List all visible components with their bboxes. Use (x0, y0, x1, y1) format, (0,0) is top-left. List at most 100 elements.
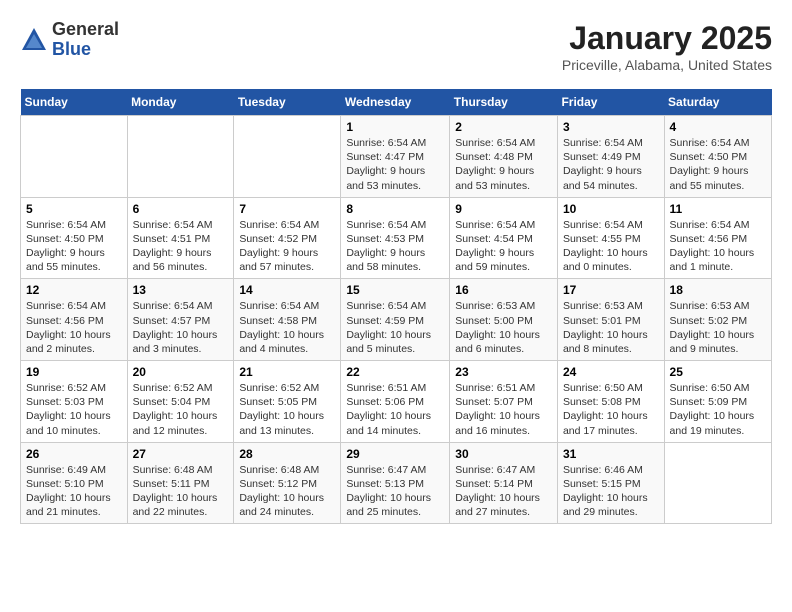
day-info: Sunrise: 6:51 AM Sunset: 5:06 PM Dayligh… (346, 381, 444, 438)
day-number: 30 (455, 447, 552, 461)
day-number: 11 (670, 202, 766, 216)
day-number: 18 (670, 283, 766, 297)
day-number: 6 (133, 202, 229, 216)
day-number: 4 (670, 120, 766, 134)
day-number: 26 (26, 447, 122, 461)
header-cell-wednesday: Wednesday (341, 89, 450, 116)
day-number: 17 (563, 283, 659, 297)
day-info: Sunrise: 6:47 AM Sunset: 5:14 PM Dayligh… (455, 463, 552, 520)
calendar-subtitle: Priceville, Alabama, United States (562, 57, 772, 73)
calendar-cell: 21 Sunrise: 6:52 AM Sunset: 5:05 PM Dayli… (234, 361, 341, 443)
header-cell-saturday: Saturday (664, 89, 771, 116)
header-cell-monday: Monday (127, 89, 234, 116)
day-number: 5 (26, 202, 122, 216)
calendar-table: SundayMondayTuesdayWednesdayThursdayFrid… (20, 89, 772, 524)
day-number: 21 (239, 365, 335, 379)
logo-icon (20, 26, 48, 54)
day-number: 29 (346, 447, 444, 461)
calendar-cell: 3Sunrise: 6:54 AM Sunset: 4:49 PM Daylig… (557, 116, 664, 198)
calendar-cell: 7Sunrise: 6:54 AM Sunset: 4:52 PM Daylig… (234, 197, 341, 279)
day-number: 24 (563, 365, 659, 379)
header-cell-thursday: Thursday (450, 89, 558, 116)
day-number: 10 (563, 202, 659, 216)
calendar-cell (664, 442, 771, 524)
day-info: Sunrise: 6:48 AM Sunset: 5:12 PM Dayligh… (239, 463, 335, 520)
calendar-cell: 26 Sunrise: 6:49 AM Sunset: 5:10 PM Dayli… (21, 442, 128, 524)
day-number: 31 (563, 447, 659, 461)
day-number: 27 (133, 447, 229, 461)
calendar-cell: 13 Sunrise: 6:54 AM Sunset: 4:57 PM Dayli… (127, 279, 234, 361)
day-number: 16 (455, 283, 552, 297)
day-number: 14 (239, 283, 335, 297)
day-info: Sunrise: 6:54 AM Sunset: 4:51 PM Dayligh… (133, 218, 229, 275)
page-header: General Blue January 2025 Priceville, Al… (20, 20, 772, 73)
calendar-cell: 11 Sunrise: 6:54 AM Sunset: 4:56 PM Dayli… (664, 197, 771, 279)
week-row-3: 12 Sunrise: 6:54 AM Sunset: 4:56 PM Dayli… (21, 279, 772, 361)
day-info: Sunrise: 6:53 AM Sunset: 5:02 PM Dayligh… (670, 299, 766, 356)
day-info: Sunrise: 6:51 AM Sunset: 5:07 PM Dayligh… (455, 381, 552, 438)
day-info: Sunrise: 6:52 AM Sunset: 5:05 PM Dayligh… (239, 381, 335, 438)
calendar-cell: 2Sunrise: 6:54 AM Sunset: 4:48 PM Daylig… (450, 116, 558, 198)
calendar-cell: 30 Sunrise: 6:47 AM Sunset: 5:14 PM Dayli… (450, 442, 558, 524)
day-info: Sunrise: 6:53 AM Sunset: 5:01 PM Dayligh… (563, 299, 659, 356)
day-number: 12 (26, 283, 122, 297)
day-info: Sunrise: 6:54 AM Sunset: 4:50 PM Dayligh… (670, 136, 766, 193)
calendar-cell: 10 Sunrise: 6:54 AM Sunset: 4:55 PM Dayli… (557, 197, 664, 279)
calendar-cell: 15 Sunrise: 6:54 AM Sunset: 4:59 PM Dayli… (341, 279, 450, 361)
day-info: Sunrise: 6:52 AM Sunset: 5:04 PM Dayligh… (133, 381, 229, 438)
title-block: January 2025 Priceville, Alabama, United… (562, 20, 772, 73)
header-cell-sunday: Sunday (21, 89, 128, 116)
day-number: 9 (455, 202, 552, 216)
day-info: Sunrise: 6:46 AM Sunset: 5:15 PM Dayligh… (563, 463, 659, 520)
day-number: 23 (455, 365, 552, 379)
day-info: Sunrise: 6:47 AM Sunset: 5:13 PM Dayligh… (346, 463, 444, 520)
day-number: 28 (239, 447, 335, 461)
day-info: Sunrise: 6:54 AM Sunset: 4:49 PM Dayligh… (563, 136, 659, 193)
day-info: Sunrise: 6:54 AM Sunset: 4:56 PM Dayligh… (670, 218, 766, 275)
calendar-cell: 1Sunrise: 6:54 AM Sunset: 4:47 PM Daylig… (341, 116, 450, 198)
day-number: 19 (26, 365, 122, 379)
day-info: Sunrise: 6:53 AM Sunset: 5:00 PM Dayligh… (455, 299, 552, 356)
calendar-cell: 16 Sunrise: 6:53 AM Sunset: 5:00 PM Dayli… (450, 279, 558, 361)
logo-blue-text: Blue (52, 40, 119, 60)
week-row-4: 19 Sunrise: 6:52 AM Sunset: 5:03 PM Dayli… (21, 361, 772, 443)
calendar-cell: 23 Sunrise: 6:51 AM Sunset: 5:07 PM Dayli… (450, 361, 558, 443)
day-info: Sunrise: 6:54 AM Sunset: 4:52 PM Dayligh… (239, 218, 335, 275)
calendar-cell: 29 Sunrise: 6:47 AM Sunset: 5:13 PM Dayli… (341, 442, 450, 524)
calendar-cell: 22 Sunrise: 6:51 AM Sunset: 5:06 PM Dayli… (341, 361, 450, 443)
calendar-cell: 14 Sunrise: 6:54 AM Sunset: 4:58 PM Dayli… (234, 279, 341, 361)
day-info: Sunrise: 6:54 AM Sunset: 4:56 PM Dayligh… (26, 299, 122, 356)
calendar-cell: 9Sunrise: 6:54 AM Sunset: 4:54 PM Daylig… (450, 197, 558, 279)
day-info: Sunrise: 6:54 AM Sunset: 4:48 PM Dayligh… (455, 136, 552, 193)
day-info: Sunrise: 6:54 AM Sunset: 4:50 PM Dayligh… (26, 218, 122, 275)
calendar-cell: 5 Sunrise: 6:54 AM Sunset: 4:50 PM Daylig… (21, 197, 128, 279)
day-number: 13 (133, 283, 229, 297)
day-number: 20 (133, 365, 229, 379)
calendar-cell: 4 Sunrise: 6:54 AM Sunset: 4:50 PM Daylig… (664, 116, 771, 198)
day-info: Sunrise: 6:54 AM Sunset: 4:55 PM Dayligh… (563, 218, 659, 275)
day-info: Sunrise: 6:54 AM Sunset: 4:53 PM Dayligh… (346, 218, 444, 275)
calendar-cell: 6 Sunrise: 6:54 AM Sunset: 4:51 PM Daylig… (127, 197, 234, 279)
day-info: Sunrise: 6:54 AM Sunset: 4:57 PM Dayligh… (133, 299, 229, 356)
calendar-cell (127, 116, 234, 198)
day-info: Sunrise: 6:54 AM Sunset: 4:47 PM Dayligh… (346, 136, 444, 193)
header-row: SundayMondayTuesdayWednesdayThursdayFrid… (21, 89, 772, 116)
day-number: 15 (346, 283, 444, 297)
calendar-cell: 20 Sunrise: 6:52 AM Sunset: 5:04 PM Dayli… (127, 361, 234, 443)
header-cell-friday: Friday (557, 89, 664, 116)
calendar-cell (21, 116, 128, 198)
logo: General Blue (20, 20, 119, 60)
day-info: Sunrise: 6:52 AM Sunset: 5:03 PM Dayligh… (26, 381, 122, 438)
calendar-cell: 8Sunrise: 6:54 AM Sunset: 4:53 PM Daylig… (341, 197, 450, 279)
day-info: Sunrise: 6:54 AM Sunset: 4:58 PM Dayligh… (239, 299, 335, 356)
logo-general-text: General (52, 20, 119, 40)
week-row-2: 5 Sunrise: 6:54 AM Sunset: 4:50 PM Daylig… (21, 197, 772, 279)
header-cell-tuesday: Tuesday (234, 89, 341, 116)
day-info: Sunrise: 6:50 AM Sunset: 5:09 PM Dayligh… (670, 381, 766, 438)
week-row-1: 1Sunrise: 6:54 AM Sunset: 4:47 PM Daylig… (21, 116, 772, 198)
calendar-cell: 18 Sunrise: 6:53 AM Sunset: 5:02 PM Dayli… (664, 279, 771, 361)
day-info: Sunrise: 6:49 AM Sunset: 5:10 PM Dayligh… (26, 463, 122, 520)
day-info: Sunrise: 6:54 AM Sunset: 4:59 PM Dayligh… (346, 299, 444, 356)
week-row-5: 26 Sunrise: 6:49 AM Sunset: 5:10 PM Dayli… (21, 442, 772, 524)
day-number: 22 (346, 365, 444, 379)
